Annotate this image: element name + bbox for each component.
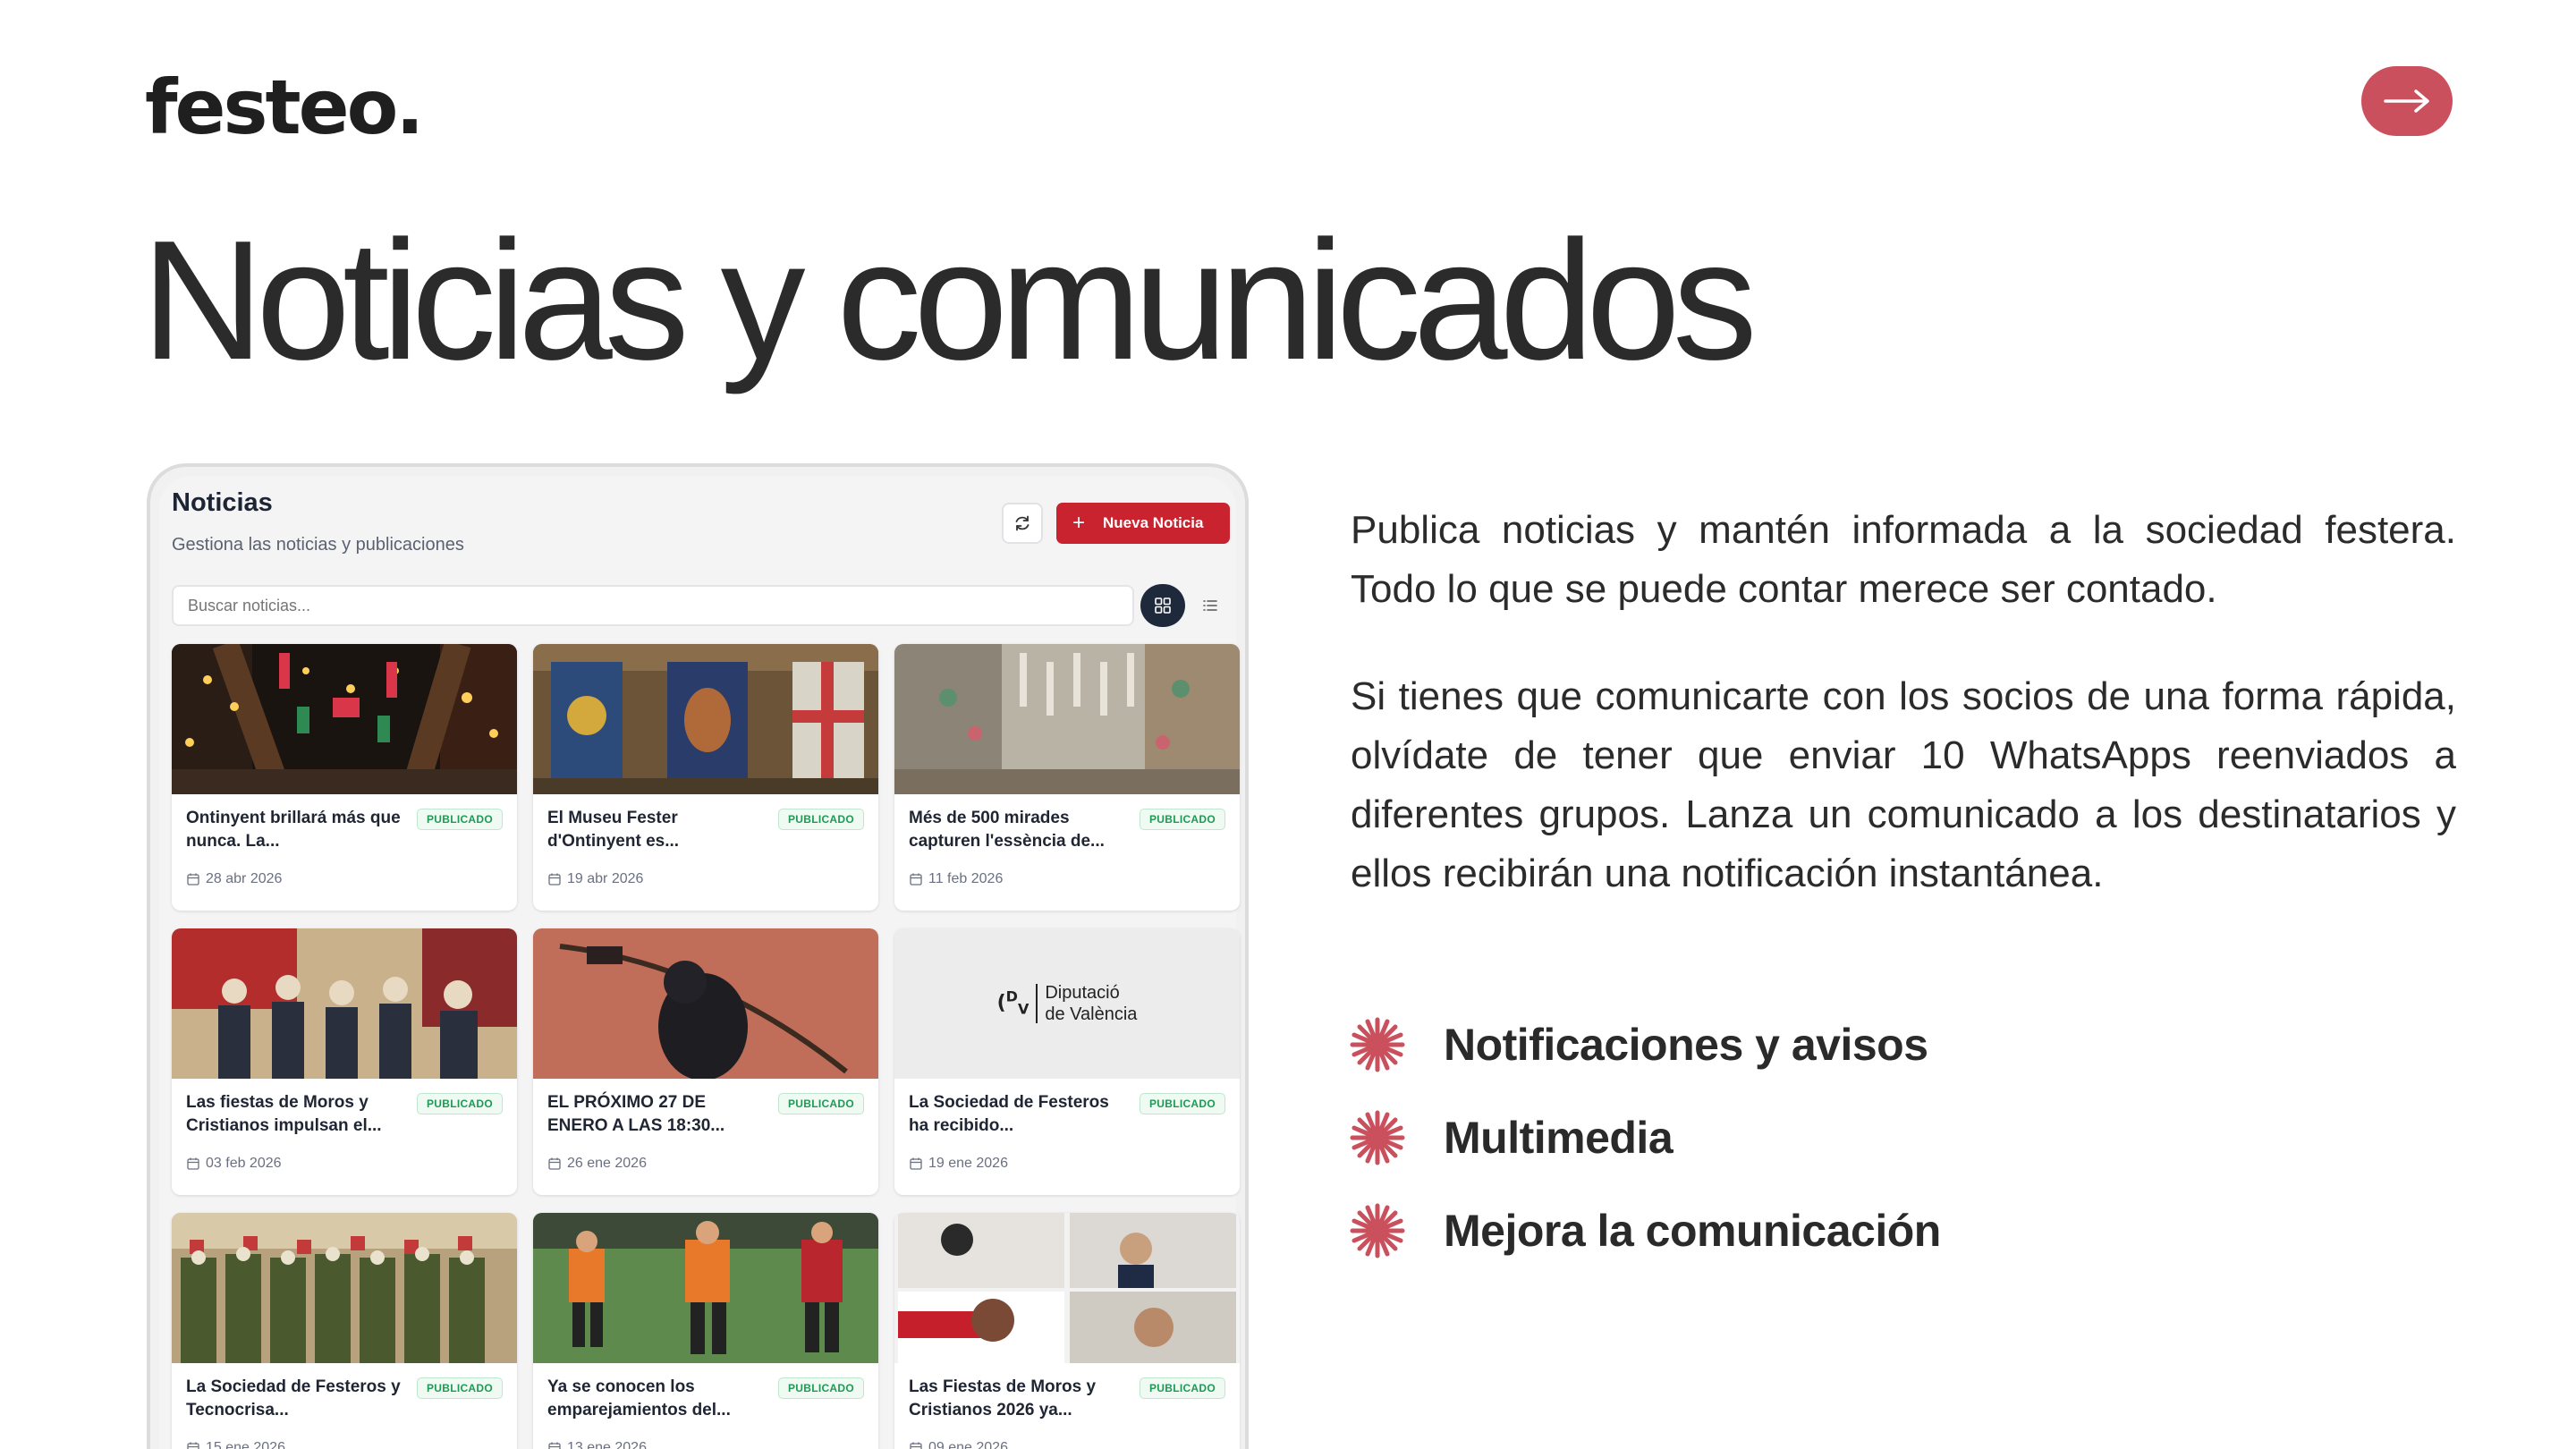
news-card-date-text: 03 feb 2026: [206, 1156, 282, 1171]
news-card-date: 15 ene 2026: [186, 1440, 285, 1449]
page-title: Noticias: [172, 488, 273, 517]
news-card-date: 19 abr 2026: [547, 871, 643, 887]
news-card-date: 03 feb 2026: [186, 1156, 282, 1172]
news-card[interactable]: EL PRÓXIMO 27 DE ENERO A LAS 18:30... PU…: [533, 928, 878, 1195]
search-input[interactable]: [172, 585, 1134, 626]
news-card[interactable]: Las fiestas de Moros y Cristianos impuls…: [172, 928, 517, 1195]
status-badge: PUBLICADO: [1139, 1377, 1225, 1399]
status-badge: PUBLICADO: [416, 1377, 503, 1399]
news-card-title: Més de 500 mirades capturen l'essència d…: [909, 809, 1105, 851]
street-decor-photo: [894, 644, 1240, 794]
calendar-icon: [910, 873, 922, 886]
logo-divider: [1036, 984, 1038, 1023]
news-card-title: Ontinyent brillará más que nunca. La...: [186, 809, 401, 851]
feature-item: Multimedia: [1349, 1091, 1941, 1184]
news-card-title: La Sociedad de Festeros ha recibido...: [909, 1093, 1109, 1135]
grid-view-toggle[interactable]: [1140, 584, 1185, 627]
plus-icon: +: [1072, 511, 1086, 535]
app-screenshot-frame: Noticias Gestiona las noticias y publica…: [147, 463, 1249, 1449]
feature-label: Notificaciones y avisos: [1444, 1020, 1928, 1070]
news-card-date-text: 15 ene 2026: [206, 1440, 285, 1449]
intro-paragraph: Publica noticias y mantén informada a la…: [1351, 508, 2456, 611]
news-card-date-text: 19 ene 2026: [928, 1156, 1008, 1171]
status-badge: PUBLICADO: [777, 1093, 864, 1114]
news-card-date-text: 09 ene 2026: [928, 1440, 1008, 1449]
news-card-date-text: 19 abr 2026: [567, 871, 644, 886]
calendar-icon: [548, 873, 561, 886]
news-card-title: Las Fiestas de Moros y Cristianos 2026 y…: [909, 1377, 1097, 1419]
news-card[interactable]: El Museu Fester d'Ontinyent es... PUBLIC…: [533, 644, 878, 911]
calendar-icon: [187, 873, 199, 886]
calendar-icon: [187, 1157, 199, 1170]
football-photo: [533, 1213, 878, 1363]
status-badge: PUBLICADO: [777, 1377, 864, 1399]
calendar-icon: [548, 1442, 561, 1449]
diputacio-logo-line1: Diputació: [1045, 983, 1120, 1003]
news-card-title: Las fiestas de Moros y Cristianos impuls…: [186, 1093, 382, 1135]
starburst-icon: [1350, 1110, 1405, 1165]
news-card-date-text: 13 ene 2026: [567, 1440, 647, 1449]
diputacio-logo: (DV Diputació de València: [894, 928, 1240, 1079]
news-card-date: 13 ene 2026: [547, 1440, 647, 1449]
banners-photo: [533, 644, 878, 794]
news-card[interactable]: (DV Diputació de València La Sociedad de…: [894, 928, 1240, 1195]
list-view-toggle[interactable]: [1188, 584, 1233, 627]
news-card-date-text: 28 abr 2026: [206, 871, 283, 886]
detail-paragraph: Si tienes que comunicarte con los socios…: [1351, 674, 2456, 895]
parade-photo: [172, 1213, 517, 1363]
page-subtitle: Gestiona las noticias y publicaciones: [172, 535, 464, 555]
diputacio-emblem-text: (DV: [996, 988, 1030, 1018]
calendar-icon: [910, 1442, 922, 1449]
news-card[interactable]: Ya se conocen los emparejamientos del...…: [533, 1213, 878, 1449]
refresh-button[interactable]: [1002, 503, 1043, 544]
news-card-date-text: 11 feb 2026: [928, 871, 1004, 886]
news-card[interactable]: Las Fiestas de Moros y Cristianos 2026 y…: [894, 1213, 1240, 1449]
news-card-title: La Sociedad de Festeros y Tecnocrisa...: [186, 1377, 401, 1419]
feature-list: Notificaciones y avisos Multimedia Mejor…: [1349, 998, 1941, 1277]
news-card-date-text: 26 ene 2026: [567, 1156, 647, 1171]
grid-icon: [1155, 597, 1171, 614]
festeo-logo: festeo.: [145, 64, 424, 151]
list-icon: [1203, 600, 1217, 611]
status-badge: PUBLICADO: [416, 809, 503, 830]
feature-label: Mejora la comunicación: [1444, 1206, 1941, 1256]
news-card-title: Ya se conocen los emparejamientos del...: [547, 1377, 731, 1419]
calendar-icon: [548, 1157, 561, 1170]
group-visit-photo: [172, 928, 517, 1079]
news-card-date: 09 ene 2026: [909, 1440, 1008, 1449]
status-badge: PUBLICADO: [416, 1093, 503, 1114]
news-card[interactable]: Més de 500 mirades capturen l'essència d…: [894, 644, 1240, 911]
feature-item: Notificaciones y avisos: [1349, 998, 1941, 1091]
news-card[interactable]: Ontinyent brillará más que nunca. La... …: [172, 644, 517, 911]
status-badge: PUBLICADO: [1139, 809, 1225, 830]
next-slide-button[interactable]: [2361, 66, 2453, 136]
feature-item: Mejora la comunicación: [1349, 1184, 1941, 1277]
starburst-icon: [1350, 1203, 1405, 1258]
archer-photo: [533, 928, 878, 1079]
collage-photo: [894, 1213, 1240, 1363]
news-card-title: EL PRÓXIMO 27 DE ENERO A LAS 18:30...: [547, 1093, 725, 1135]
calendar-icon: [187, 1442, 199, 1449]
news-card[interactable]: La Sociedad de Festeros y Tecnocrisa... …: [172, 1213, 517, 1449]
diputacio-logo-line2: de València: [1045, 1004, 1138, 1024]
slide-title: Noticias y comunicados: [141, 206, 1758, 395]
news-app: Noticias Gestiona las noticias y publica…: [159, 476, 1240, 1449]
news-card-date: 26 ene 2026: [547, 1156, 647, 1172]
arrow-right-icon: [2384, 89, 2429, 113]
refresh-icon: [1015, 515, 1030, 531]
new-news-button-label: Nueva Noticia: [1103, 514, 1204, 531]
diputacio-emblem: (DV: [997, 989, 1030, 1018]
status-badge: PUBLICADO: [777, 809, 864, 830]
starburst-icon: [1350, 1017, 1405, 1072]
news-card-date: 28 abr 2026: [186, 871, 282, 887]
news-grid: Ontinyent brillará más que nunca. La... …: [172, 644, 1240, 1449]
feature-label: Multimedia: [1444, 1113, 1674, 1163]
news-card-date: 11 feb 2026: [909, 871, 1003, 887]
street-lights-photo: [172, 644, 517, 794]
status-badge: PUBLICADO: [1139, 1093, 1225, 1114]
news-card-title: El Museu Fester d'Ontinyent es...: [547, 809, 680, 851]
news-card-date: 19 ene 2026: [909, 1156, 1008, 1172]
new-news-button[interactable]: + Nueva Noticia: [1056, 503, 1230, 544]
calendar-icon: [910, 1157, 922, 1170]
